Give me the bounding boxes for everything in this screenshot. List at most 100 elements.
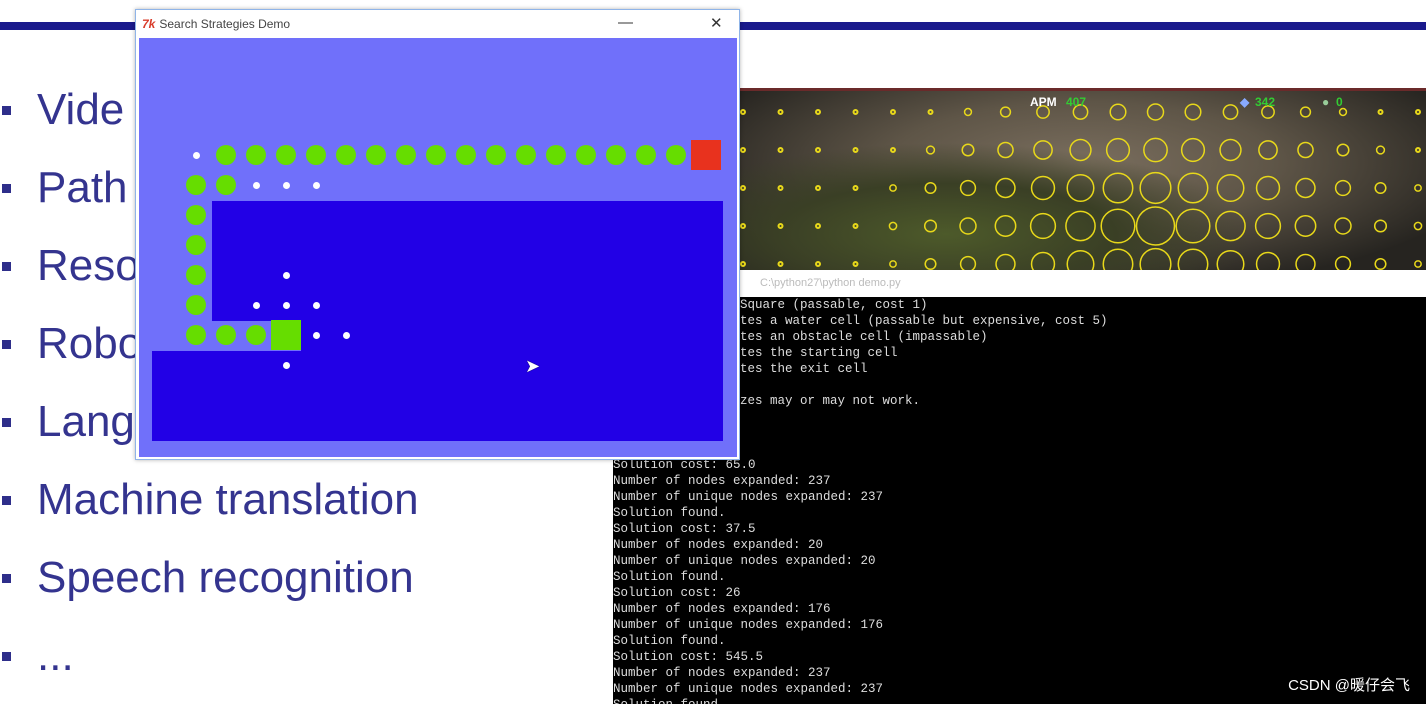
path-node	[216, 145, 236, 165]
slide-bullet: Vide	[0, 80, 124, 140]
path-node	[426, 145, 446, 165]
gas-value: 0	[1336, 95, 1343, 109]
expanded-node	[252, 181, 260, 189]
influence-circle	[1334, 217, 1352, 235]
influence-circles	[740, 103, 1423, 273]
mouse-cursor-icon: ➤	[525, 356, 541, 376]
influence-circle	[777, 261, 784, 267]
influence-circle	[1377, 109, 1384, 115]
mineral-icon: ◆	[1240, 95, 1250, 109]
bullet-marker	[2, 261, 11, 271]
terminal-line: Number of nodes expanded: 237	[613, 474, 831, 488]
tk-feather-icon: 7k	[142, 17, 156, 31]
terminal-line: Number of unique nodes expanded: 237	[613, 682, 884, 696]
apm-label: APM	[1030, 95, 1057, 109]
influence-circle	[1100, 208, 1136, 244]
terminal-line: Solution found.	[613, 634, 726, 648]
grid-canvas[interactable]: ➤	[139, 38, 737, 457]
influence-circle	[1029, 212, 1057, 240]
slide-bullet: Robo	[0, 314, 142, 374]
path-node	[216, 325, 236, 345]
influence-circle	[999, 106, 1012, 118]
influence-circle	[1374, 257, 1387, 271]
influence-circle	[1255, 175, 1281, 201]
bullet-marker	[2, 183, 11, 193]
influence-circle	[1143, 137, 1168, 163]
influence-circle	[852, 109, 859, 115]
influence-circle	[924, 257, 937, 271]
game-minimap-view: APM 407 ◆ 342 ● 0	[740, 88, 1426, 273]
influence-circle	[959, 217, 977, 235]
terminal-line: Number of unique nodes expanded: 20	[613, 554, 876, 568]
bullet-marker	[2, 651, 11, 661]
influence-circle	[1413, 221, 1423, 231]
influence-circle	[815, 147, 821, 153]
influence-circle	[1105, 137, 1131, 163]
influence-circle	[1373, 219, 1388, 233]
influence-circle	[925, 145, 936, 155]
bullet-text: Path	[37, 163, 128, 212]
path-node	[276, 145, 296, 165]
bullet-marker	[2, 495, 11, 505]
influence-circle	[1374, 181, 1387, 195]
path-node	[456, 145, 476, 165]
bullet-text: Reso	[37, 241, 140, 290]
bullet-text: Machine translation	[37, 475, 419, 524]
close-button[interactable]: ✕	[710, 14, 723, 32]
bullet-text: Lang	[37, 397, 135, 446]
window-titlebar[interactable]: 7k Search Strategies Demo — ✕	[136, 10, 739, 38]
expanded-node	[192, 151, 200, 159]
influence-circle	[1177, 172, 1209, 204]
influence-circle	[1375, 145, 1386, 155]
influence-circle	[1175, 208, 1211, 244]
influence-circle	[959, 179, 977, 197]
search-demo-window[interactable]: 7k Search Strategies Demo — ✕ ➤	[135, 9, 740, 460]
influence-circle	[1184, 103, 1202, 121]
influence-circle	[1258, 140, 1278, 160]
expanded-node	[312, 301, 320, 309]
terminal-line: Number of unique nodes expanded: 237	[613, 490, 884, 504]
watermark: CSDN @暖仔会飞	[1288, 677, 1410, 694]
terminal-line: Solution cost: 37.5	[613, 522, 756, 536]
influence-circle	[740, 185, 746, 191]
bullet-marker	[2, 573, 11, 583]
path-node	[186, 175, 206, 195]
obstacle-region	[152, 351, 723, 441]
influence-circle	[963, 107, 973, 117]
expanded-node	[282, 301, 290, 309]
influence-circle	[777, 109, 784, 115]
start-cell	[271, 320, 301, 350]
path-node	[366, 145, 386, 165]
influence-circle	[815, 109, 821, 115]
terminal-line: Number of nodes expanded: 237	[613, 666, 831, 680]
influence-circle	[1334, 179, 1352, 197]
path-node	[216, 175, 236, 195]
terminal-line: Number of nodes expanded: 20	[613, 538, 824, 552]
influence-circle	[1030, 175, 1056, 201]
influence-circle	[1102, 172, 1134, 204]
slide-bullet: ...	[0, 626, 74, 686]
apm-value: 407	[1066, 95, 1087, 109]
influence-circle	[777, 147, 784, 153]
influence-circle	[1065, 210, 1096, 242]
path-node	[486, 145, 506, 165]
influence-circle	[1297, 141, 1314, 159]
terminal-line: Number of nodes expanded: 176	[613, 602, 831, 616]
influence-circle	[1415, 147, 1421, 153]
influence-circle	[1069, 138, 1092, 162]
expanded-node	[282, 181, 290, 189]
path-node	[186, 265, 206, 285]
influence-circle	[923, 219, 938, 233]
path-node	[606, 145, 626, 165]
minimize-button[interactable]: —	[618, 14, 633, 31]
expanded-node	[282, 361, 290, 369]
terminal-line: Solution cost: 545.5	[613, 650, 764, 664]
path-node	[306, 145, 326, 165]
influence-circle	[1336, 143, 1350, 157]
influence-circle	[927, 109, 934, 115]
exit-cell	[691, 140, 721, 170]
influence-circle	[1033, 140, 1053, 160]
influence-circle	[1109, 103, 1127, 121]
influence-circle	[1216, 173, 1245, 203]
path-node	[546, 145, 566, 165]
